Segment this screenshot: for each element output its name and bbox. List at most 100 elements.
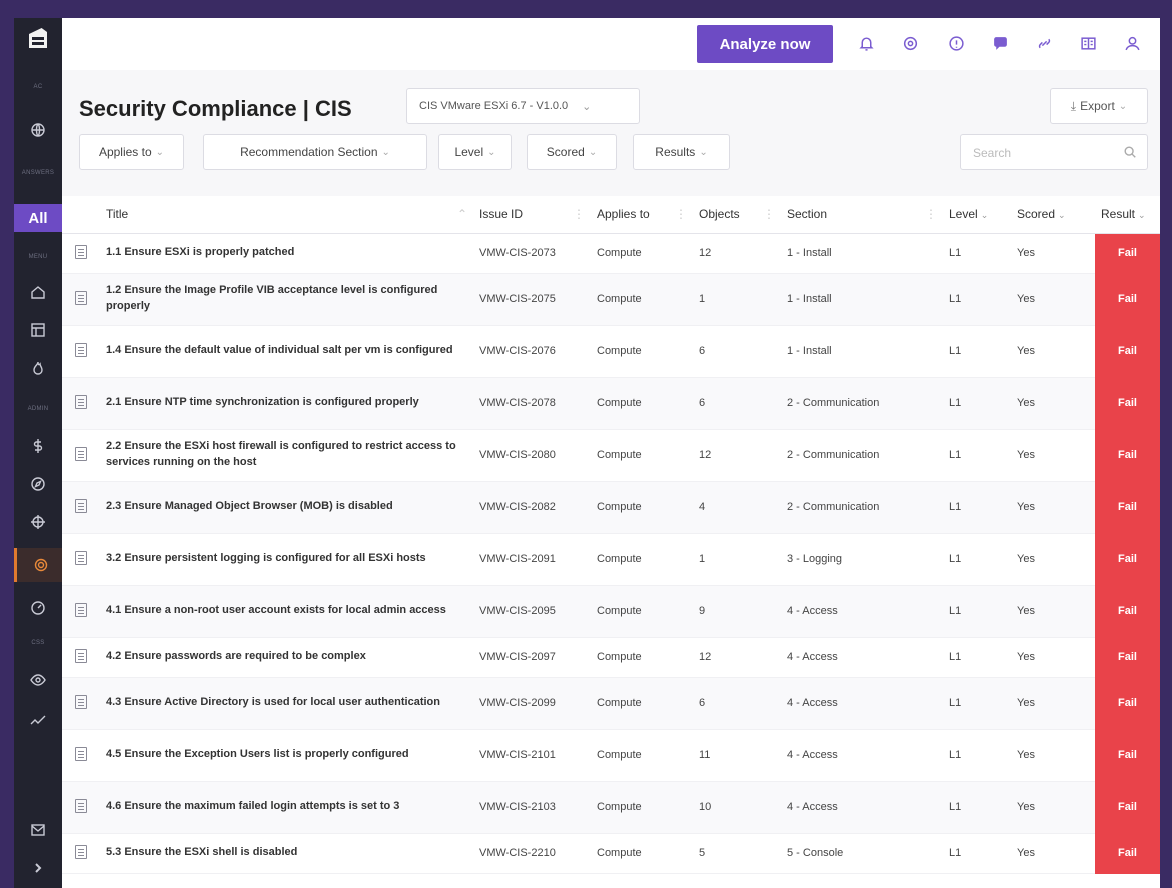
cell-issue-id: VMW-CIS-2103 [473,781,591,834]
cell-title[interactable]: 1.4 Ensure the default value of individu… [100,325,473,378]
table-row[interactable]: 4.3 Ensure Active Directory is used for … [62,677,1160,730]
cell-title[interactable]: 4.1 Ensure a non-root user account exist… [100,585,473,638]
column-header-scored[interactable]: Scored ⌄ [1011,196,1095,234]
cell-issue-id: VMW-CIS-2078 [473,377,591,430]
table-row[interactable]: 5.3 Ensure the ESXi shell is disabled VMW… [62,833,1160,874]
column-header-title[interactable]: Title ⌃ [100,196,473,234]
cell-level: L1 [943,637,1011,678]
fire-icon[interactable] [14,356,62,380]
export-button[interactable]: ⤓ Export ⌄ [1050,88,1148,124]
cell-title[interactable]: 2.1 Ensure NTP time synchronization is c… [100,377,473,430]
cell-title[interactable]: 4.2 Ensure passwords are required to be … [100,637,473,678]
benchmark-select[interactable]: CIS VMware ESXi 6.7 - V1.0.0 ⌄ [406,88,640,124]
column-header-issue-id[interactable]: Issue ID ⋮ [473,196,591,234]
chat-icon[interactable] [990,33,1010,53]
document-icon[interactable] [75,746,87,761]
cell-objects: 12 [693,233,781,274]
document-icon[interactable] [75,798,87,813]
chevron-right-icon[interactable] [14,856,62,880]
cell-applies-to: Compute [591,585,693,638]
filter-results[interactable]: Results ⌄ [633,134,730,170]
cell-section: 4 - Access [781,729,943,782]
settings-icon[interactable] [900,33,920,53]
document-icon[interactable] [75,648,87,663]
chevron-down-icon: ⌄ [1118,100,1128,112]
link-icon[interactable] [1034,33,1054,53]
document-icon[interactable] [75,498,87,513]
document-icon[interactable] [75,550,87,565]
document-icon[interactable] [75,290,87,305]
table-row[interactable]: 2.3 Ensure Managed Object Browser (MOB) … [62,481,1160,534]
document-icon[interactable] [75,694,87,709]
filter-level[interactable]: Level ⌄ [438,134,512,170]
table-row[interactable]: 2.1 Ensure NTP time synchronization is c… [62,377,1160,430]
eye-icon[interactable] [14,668,62,692]
cell-title[interactable]: 4.5 Ensure the Exception Users list is p… [100,729,473,782]
filter-applies-to[interactable]: Applies to ⌄ [79,134,184,170]
benchmark-value: CIS VMware ESXi 6.7 - V1.0.0 [419,100,569,112]
cell-title[interactable]: 1.2 Ensure the Image Profile VIB accepta… [100,273,473,326]
table-row[interactable]: 1.2 Ensure the Image Profile VIB accepta… [62,273,1160,326]
dashboard-icon[interactable] [14,318,62,342]
cell-title[interactable]: 4.3 Ensure Active Directory is used for … [100,677,473,730]
column-header-section[interactable]: Section ⋮ [781,196,943,234]
bell-icon[interactable] [856,33,876,53]
column-header-applies-to[interactable]: Applies to ⋮ [591,196,693,234]
user-icon[interactable] [1122,33,1142,53]
compass-icon[interactable] [14,472,62,496]
globe-icon[interactable] [14,118,62,142]
document-icon[interactable] [75,844,87,859]
cell-section: 1 - Install [781,233,943,274]
cell-title[interactable]: 2.2 Ensure the ESXi host firewall is con… [100,429,473,482]
search-icon[interactable] [1123,145,1137,159]
sort-icon[interactable]: ⌃ [457,207,467,221]
trend-icon[interactable] [14,708,62,732]
download-icon: ⤓ [1070,98,1077,113]
filter-recommendation-section[interactable]: Recommendation Section ⌄ [203,134,427,170]
sidebar-item-all[interactable]: All [14,204,62,232]
table-row[interactable]: 4.1 Ensure a non-root user account exist… [62,585,1160,638]
cell-title[interactable]: 1.1 Ensure ESXi is properly patched [100,233,473,274]
document-icon[interactable] [75,602,87,617]
chevron-down-icon: ⌄ [381,146,390,158]
filter-scored[interactable]: Scored ⌄ [527,134,617,170]
document-icon[interactable] [75,342,87,357]
table-row[interactable]: 1.4 Ensure the default value of individu… [62,325,1160,378]
column-header-icon [62,196,100,234]
sort-icon[interactable]: ⌄ [981,210,989,220]
mail-icon[interactable] [14,818,62,842]
column-header-objects[interactable]: Objects ⋮ [693,196,781,234]
cell-title[interactable]: 2.3 Ensure Managed Object Browser (MOB) … [100,481,473,534]
book-icon[interactable] [1078,33,1098,53]
table-row[interactable]: 1.1 Ensure ESXi is properly patched VMW-C… [62,233,1160,274]
document-icon[interactable] [75,394,87,409]
cell-title[interactable]: 4.6 Ensure the maximum failed login atte… [100,781,473,834]
document-icon[interactable] [75,244,87,259]
analyze-now-button[interactable]: Analyze now [697,25,833,63]
cell-scored: Yes [1011,585,1095,638]
gauge-icon[interactable] [14,596,62,620]
table-row[interactable]: 4.2 Ensure passwords are required to be … [62,637,1160,678]
shield-icon[interactable] [14,548,65,582]
table-row[interactable]: 3.2 Ensure persistent logging is configu… [62,533,1160,586]
column-header-result[interactable]: Result ⌄ [1095,196,1160,234]
table-row[interactable]: 4.5 Ensure the Exception Users list is p… [62,729,1160,782]
search-input[interactable] [961,135,1125,171]
table-row[interactable]: 4.6 Ensure the maximum failed login atte… [62,781,1160,834]
table-row[interactable]: 2.2 Ensure the ESXi host firewall is con… [62,429,1160,482]
document-icon[interactable] [75,446,87,461]
sort-icon[interactable]: ⌄ [1058,210,1066,220]
row-document-icon [62,233,100,274]
logo-icon[interactable] [14,18,62,58]
home-icon[interactable] [14,280,62,304]
cell-scored: Yes [1011,481,1095,534]
sort-icon[interactable]: ⌄ [1138,210,1146,220]
column-header-level[interactable]: Level ⌄ [943,196,1011,234]
help-icon[interactable] [946,33,966,53]
cell-title[interactable]: 3.2 Ensure persistent logging is configu… [100,533,473,586]
cell-title[interactable]: 5.3 Ensure the ESXi shell is disabled [100,833,473,874]
sidebar-section-label: ADMIN [27,406,49,412]
dollar-icon[interactable] [14,434,62,458]
cell-objects: 12 [693,429,781,482]
crosshair-icon[interactable] [14,510,62,534]
